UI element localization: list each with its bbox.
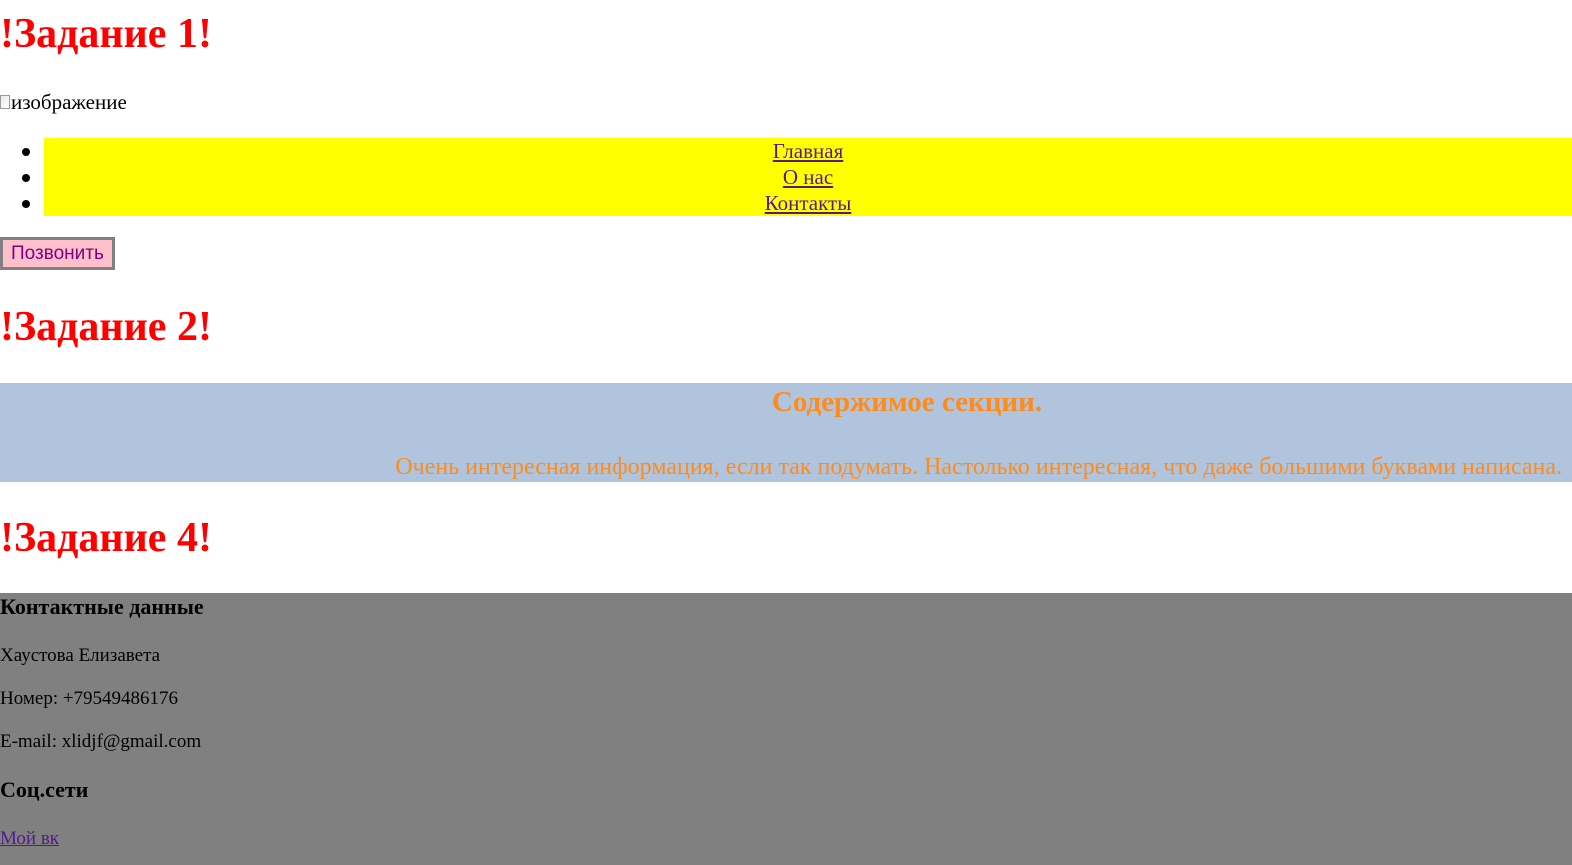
social-heading: Соц.сети — [0, 777, 89, 802]
section-heading: Содержимое секции. — [771, 386, 1043, 418]
nav-link-about[interactable]: О нас — [783, 165, 833, 189]
nav-item-contacts: Контакты — [22, 190, 1572, 216]
contact-phone: Номер: +79549486176 — [0, 688, 179, 709]
vk-link[interactable]: Мой вк — [0, 827, 59, 851]
broken-image-icon — [0, 95, 10, 109]
nav-item-about: О нас — [22, 164, 1572, 190]
contacts-footer: Контактные данные Хаустова Елизавета Ном… — [0, 593, 1572, 865]
contact-email: E-mail: xlidjf@gmail.com — [0, 731, 202, 752]
task-2-title: !Задание 2! — [0, 304, 212, 350]
image-alt-text: изображение — [11, 90, 127, 114]
contacts-heading: Контактные данные — [0, 594, 204, 619]
bullet-icon — [22, 200, 30, 208]
broken-image: изображение — [0, 89, 127, 115]
nav-link-home[interactable]: Главная — [773, 139, 844, 163]
call-button[interactable]: Позвонить — [0, 237, 115, 270]
task-4-title: !Задание 4! — [0, 515, 212, 561]
contact-name: Хаустова Елизавета — [0, 645, 161, 666]
nav-list: Главная О нас Контакты — [0, 138, 1572, 216]
nav-link-contacts[interactable]: Контакты — [765, 191, 852, 215]
task-1-title: !Задание 1! — [0, 11, 212, 57]
bullet-icon — [22, 148, 30, 156]
page: !Задание 1! изображение Главная О нас Ко… — [0, 0, 1572, 865]
content-section: Содержимое секции. Очень интересная инфо… — [0, 383, 1572, 482]
section-text: Очень интересная информация, если так по… — [395, 454, 1562, 480]
bullet-icon — [22, 174, 30, 182]
nav-item-home: Главная — [22, 138, 1572, 164]
